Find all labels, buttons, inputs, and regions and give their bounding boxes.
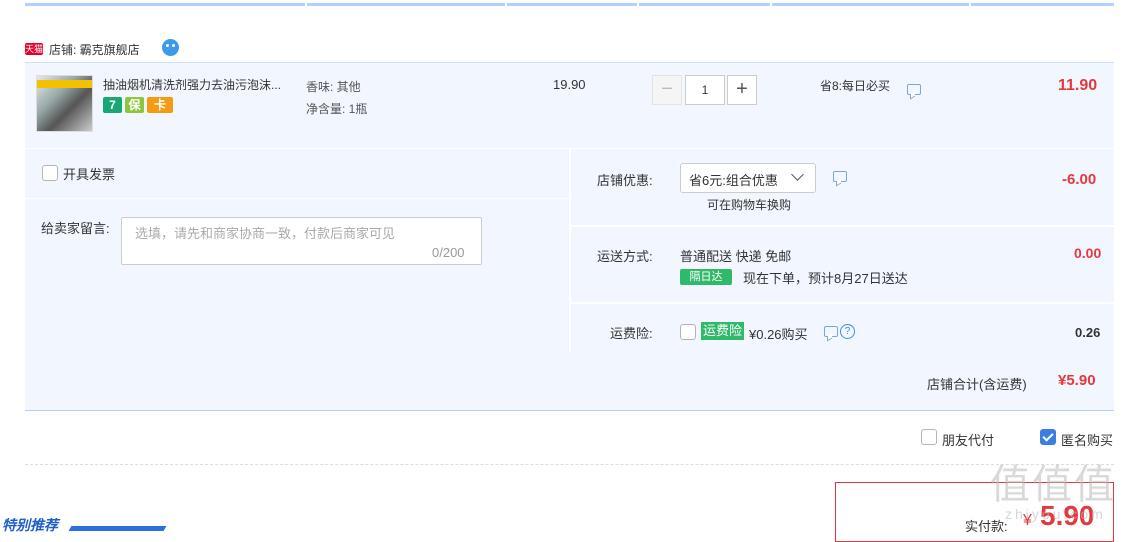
shop-total-label: 店铺合计(含运费)	[927, 377, 1027, 392]
recommend-banner-stripe	[68, 526, 167, 531]
shop-name-link[interactable]: 店铺: 霸克旗舰店	[49, 41, 140, 58]
tmall-badge: 天猫	[25, 43, 44, 55]
quantity-input[interactable]: 1	[685, 75, 725, 105]
comment-icon[interactable]	[824, 326, 838, 337]
seller-message-placeholder: 选填，请先和商家协商一致，付款后商家可见	[135, 226, 396, 241]
seven-day-return-icon[interactable]: 7	[103, 97, 122, 113]
header-separator	[969, 0, 971, 6]
discount-label: 店铺优惠:	[597, 173, 653, 188]
header-separator	[637, 0, 639, 6]
shipping-label: 运送方式:	[597, 249, 653, 264]
table-header-border	[25, 3, 1114, 6]
friend-pay-label: 朋友代付	[942, 433, 995, 448]
credit-card-icon[interactable]: 卡	[147, 97, 173, 113]
order-item-row	[25, 62, 1114, 148]
friend-pay-checkbox[interactable]	[921, 429, 937, 445]
comment-icon[interactable]	[833, 171, 847, 182]
anonymous-checkbox[interactable]	[1040, 429, 1056, 445]
guarantee-icon[interactable]: 保	[125, 97, 144, 113]
watermark: 值值值	[990, 463, 1116, 507]
product-thumbnail[interactable]	[36, 75, 93, 132]
comment-icon[interactable]	[907, 84, 921, 95]
product-title-link[interactable]: 抽油烟机清洗剂强力去油污泡沫...	[103, 76, 281, 93]
header-separator	[770, 0, 772, 6]
discount-selected: 省6元:组合优惠	[689, 173, 778, 188]
unit-price: 19.90	[553, 77, 586, 92]
shipping-insurance-badge: 运费险	[701, 322, 744, 340]
divider	[25, 464, 1114, 466]
delivery-estimate: 现在下单，预计8月27日送达	[743, 271, 908, 286]
header-separator	[305, 0, 307, 6]
invoice-label: 开具发票	[63, 167, 116, 182]
insurance-checkbox[interactable]	[680, 324, 696, 340]
message-char-count: 0/200	[432, 245, 465, 260]
watermark-domain: zhiyou.com	[1005, 506, 1106, 522]
shipping-method: 普通配送 快递 免邮	[680, 249, 792, 264]
chat-icon[interactable]	[162, 39, 179, 56]
discount-amount: -6.00	[1062, 171, 1097, 188]
shipping-amount: 0.00	[1074, 245, 1102, 261]
payment-label: 实付款:	[965, 519, 1008, 534]
discount-note: 可在购物车换购	[707, 198, 792, 212]
divider	[25, 198, 569, 199]
insurance-price: ¥0.26购买	[749, 327, 808, 342]
anonymous-label: 匿名购买	[1061, 433, 1114, 448]
help-icon[interactable]: ?	[840, 324, 855, 339]
message-label: 给卖家留言:	[41, 221, 110, 236]
shop-total-value: ¥5.90	[1058, 372, 1096, 389]
recommend-banner[interactable]: 特别推荐	[2, 515, 58, 535]
quantity-decrease-button[interactable]: −	[652, 75, 682, 105]
item-attr-scent: 香味: 其他	[306, 80, 361, 94]
insurance-label: 运费险:	[610, 326, 653, 341]
divider	[571, 302, 1114, 304]
divider	[571, 225, 1114, 227]
invoice-checkbox[interactable]	[42, 165, 58, 181]
header-separator	[505, 0, 507, 6]
next-day-delivery-badge: 隔日达	[680, 269, 732, 285]
quantity-increase-button[interactable]: +	[727, 75, 757, 105]
item-attr-volume: 净含量: 1瓶	[306, 102, 368, 116]
item-subtotal: 11.90	[1058, 77, 1098, 94]
insurance-amount: 0.26	[1075, 325, 1101, 340]
item-promotion: 省8:每日必买	[820, 79, 891, 93]
